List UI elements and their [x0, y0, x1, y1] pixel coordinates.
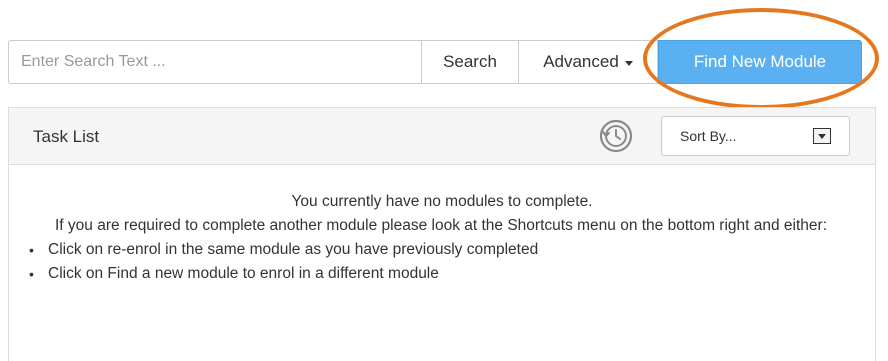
instruction-list: Click on re-enrol in the same module as … — [9, 238, 875, 286]
task-list-panel: Task List Sort By... You currently have … — [8, 107, 876, 361]
sort-by-value: Sort By... — [680, 128, 737, 144]
list-item: Click on re-enrol in the same module as … — [29, 238, 875, 262]
search-bar: Search Advanced Find New Module — [8, 40, 862, 84]
advanced-button[interactable]: Advanced — [519, 40, 658, 84]
task-list-title: Task List — [33, 127, 100, 146]
search-button[interactable]: Search — [421, 40, 519, 84]
instructions-message: If you are required to complete another … — [54, 217, 828, 234]
list-item: Click on Find a new module to enrol in a… — [29, 262, 875, 286]
search-input[interactable] — [8, 40, 421, 84]
page: Search Advanced Find New Module Task Lis… — [0, 0, 888, 361]
find-new-module-button[interactable]: Find New Module — [658, 40, 862, 84]
advanced-label: Advanced — [543, 52, 619, 71]
task-list-body: You currently have no modules to complet… — [9, 165, 875, 286]
caret-down-icon — [624, 60, 633, 66]
history-icon[interactable] — [599, 119, 633, 153]
sort-by-select[interactable]: Sort By... — [661, 116, 850, 156]
chevron-down-icon — [813, 128, 831, 144]
task-list-header: Task List Sort By... — [9, 108, 875, 165]
empty-message: You currently have no modules to complet… — [291, 193, 593, 210]
